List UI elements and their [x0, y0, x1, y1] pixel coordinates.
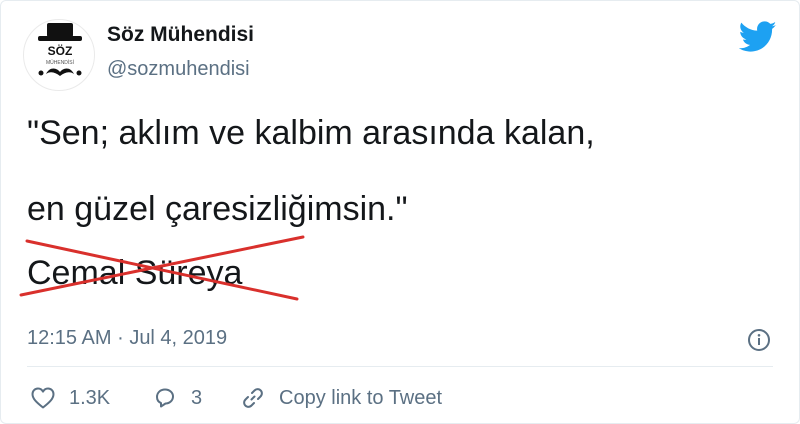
- avatar-logo: SÖZ MÜHENDİSİ: [38, 23, 82, 76]
- display-name[interactable]: Söz Mühendisi: [107, 23, 254, 47]
- tweet-line-1: "Sen; aklım ve kalbim arasında kalan,: [27, 114, 595, 152]
- like-button[interactable]: 1.3K: [31, 383, 110, 413]
- reply-count: 3: [191, 386, 203, 409]
- tweet-time[interactable]: 12:15 AM: [27, 327, 112, 349]
- avatar-subtext: MÜHENDİSİ: [46, 59, 74, 66]
- link-icon: [243, 388, 263, 408]
- user-handle[interactable]: @sozmuhendisi: [107, 58, 250, 81]
- tweet-line-2: en güzel çaresizliğimsin.": [27, 190, 408, 228]
- avatar-text: SÖZ: [48, 43, 73, 58]
- heart-icon: [31, 387, 55, 409]
- reply-bubble-icon: [156, 388, 174, 408]
- tweet-text: "Sen; aklım ve kalbim arasında kalan, en…: [27, 115, 595, 227]
- quote-author: Cemal Süreya: [27, 254, 243, 292]
- tweet-card: SÖZ MÜHENDİSİ Söz Mühendisi @sozmuhendis…: [0, 0, 800, 424]
- divider: [27, 366, 773, 367]
- top-hat: [47, 23, 73, 37]
- avatar[interactable]: SÖZ MÜHENDİSİ: [23, 19, 95, 91]
- info-icon[interactable]: [747, 328, 771, 352]
- tweet-timestamp[interactable]: 12:15 AM · Jul 4, 2019: [27, 327, 227, 350]
- like-count: 1.3K: [69, 386, 111, 409]
- mustache-icon: [46, 68, 74, 76]
- meta-separator: ·: [117, 327, 124, 349]
- twitter-bird-icon[interactable]: [739, 21, 777, 53]
- copy-link-button[interactable]: Copy link to Tweet: [241, 383, 442, 413]
- hat-brim: [38, 36, 82, 41]
- reply-button[interactable]: 3: [153, 383, 202, 413]
- tweet-date[interactable]: Jul 4, 2019: [129, 327, 227, 349]
- copy-link-label: Copy link to Tweet: [279, 386, 443, 409]
